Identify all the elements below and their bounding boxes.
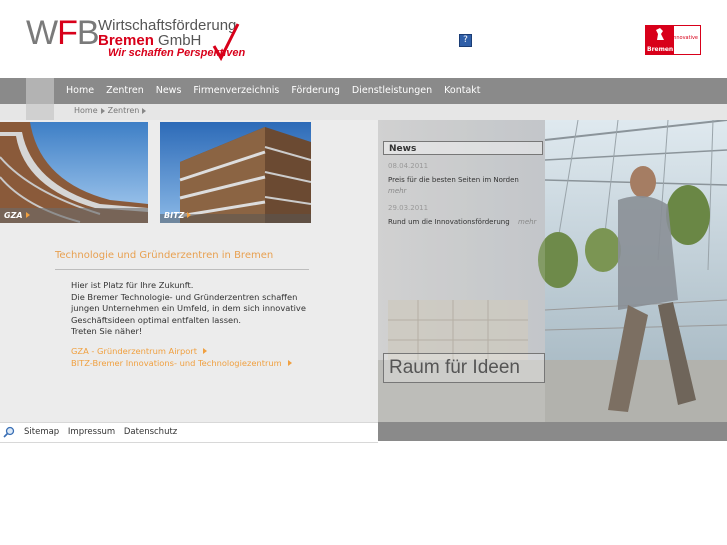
intro-line: Hier ist Platz für Ihre Zukunft. [71, 280, 194, 290]
arrow-right-icon [25, 212, 30, 218]
bitz-tile-text: BITZ [164, 211, 185, 220]
intro-line: Die Bremer Technologie- und Gründerzentr… [71, 291, 298, 302]
gza-tile-label: GZA [4, 211, 30, 220]
bitz-tile[interactable]: BITZ [160, 122, 311, 223]
link-gza[interactable]: GZA - Gründerzentrum Airport [71, 346, 207, 356]
arrow-right-icon [287, 360, 292, 366]
news-item-link[interactable]: Preis für die besten Seiten im Norden [388, 176, 519, 184]
breadcrumb-zentren[interactable]: Zentren [108, 106, 140, 115]
intro-line: Geschäftsideen optimal entfalten lassen. [71, 314, 242, 325]
breadcrumb-home[interactable]: Home [74, 106, 98, 115]
link-gza-text: GZA - Gründerzentrum Airport [71, 346, 197, 356]
breadcrumb: Home Zentren [74, 106, 149, 115]
breadcrumb-accent-block [26, 104, 54, 120]
breadcrumb-arrow-icon [142, 107, 147, 114]
checkmark-icon [212, 23, 240, 62]
intro-line: jungen Unternehmen ein Umfeld, in dem si… [71, 303, 306, 313]
footer-gray-block [378, 422, 727, 441]
news-date: 08.04.2011 [388, 162, 429, 170]
news-item-link[interactable]: Rund um die Innovationsförderung [388, 218, 510, 226]
arrow-right-icon [187, 212, 192, 218]
bremen-figure-icon [656, 28, 664, 40]
hero-slogan: Raum für Ideen [389, 357, 520, 378]
footer-link-datenschutz[interactable]: Datenschutz [124, 427, 177, 437]
logo-letter-w: W [26, 14, 58, 52]
news-more-link[interactable]: mehr [518, 218, 536, 226]
gza-building-image [0, 122, 148, 223]
bremen-logo[interactable]: Bremen Innovative [645, 25, 701, 55]
bremen-logo-side-label: Innovative [671, 35, 698, 41]
bitz-building-image [160, 122, 311, 223]
intro-line: Treten Sie näher! [71, 326, 143, 336]
logo-letter-f: F [57, 14, 78, 52]
news-title: News [383, 141, 543, 155]
news-panel: News 08.04.2011 Preis für die besten Sei… [383, 141, 545, 231]
footer-bar: Sitemap Impressum Datenschutz [0, 422, 378, 443]
nav-accent-block [26, 78, 54, 104]
intro-text: Hier ist Platz für Ihre Zukunft. Die Bre… [71, 280, 341, 338]
arrow-right-icon [202, 348, 207, 354]
logo-letter-b: B [76, 14, 100, 52]
wfb-logo[interactable]: WFB [26, 14, 100, 53]
nav-item-foerderung[interactable]: Förderung [291, 78, 340, 104]
search-icon[interactable] [3, 426, 15, 438]
footer-links: Sitemap Impressum Datenschutz [24, 427, 183, 437]
breadcrumb-bar: Home Zentren [0, 104, 727, 120]
link-bitz-text: BITZ-Bremer Innovations- und Technologie… [71, 358, 282, 368]
news-more-link[interactable]: mehr [388, 187, 406, 195]
bremen-logo-label: Bremen [647, 46, 674, 53]
bremen-logo-mark: Bremen [646, 26, 674, 54]
gza-tile-text: GZA [4, 211, 23, 220]
main-nav: Home Zentren News Firmenverzeichnis Förd… [0, 78, 727, 104]
nav-item-zentren[interactable]: Zentren [106, 78, 144, 104]
breadcrumb-arrow-icon [100, 107, 105, 114]
nav-item-dienstleistungen[interactable]: Dienstleistungen [352, 78, 432, 104]
nav-items: Home Zentren News Firmenverzeichnis Förd… [66, 78, 493, 104]
nav-item-kontakt[interactable]: Kontakt [444, 78, 480, 104]
nav-item-firmenverzeichnis[interactable]: Firmenverzeichnis [193, 78, 279, 104]
slogan-box: Raum für Ideen [383, 353, 545, 383]
footer-link-sitemap[interactable]: Sitemap [24, 427, 59, 437]
nav-item-news[interactable]: News [156, 78, 182, 104]
heading-divider [55, 269, 309, 270]
bitz-tile-label: BITZ [164, 211, 192, 220]
help-icon[interactable]: ? [459, 34, 472, 47]
gza-tile[interactable]: GZA [0, 122, 148, 223]
nav-item-home[interactable]: Home [66, 78, 94, 104]
section-heading: Technologie und Gründerzentren in Bremen [55, 250, 274, 261]
link-bitz[interactable]: BITZ-Bremer Innovations- und Technologie… [71, 358, 292, 368]
footer-link-impressum[interactable]: Impressum [68, 427, 115, 437]
news-date: 29.03.2011 [388, 204, 429, 212]
